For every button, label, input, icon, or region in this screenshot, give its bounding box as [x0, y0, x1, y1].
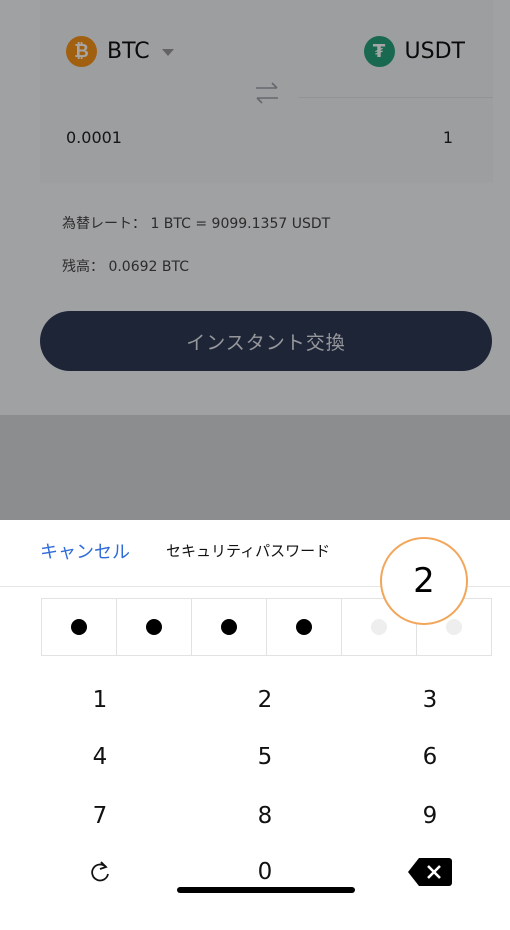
- password-dot-empty: [371, 619, 387, 635]
- password-digit-cell: [117, 599, 192, 655]
- password-digit-cell: [192, 599, 267, 655]
- key-5[interactable]: 5: [180, 727, 350, 787]
- sheet-title: セキュリティパスワード: [166, 542, 331, 560]
- key-1[interactable]: 1: [15, 670, 185, 730]
- key-3[interactable]: 3: [345, 670, 510, 730]
- backspace-key[interactable]: [345, 842, 510, 902]
- step-annotation-badge: 2: [380, 537, 468, 625]
- backspace-icon: [408, 858, 452, 886]
- password-dot-filled: [71, 619, 87, 635]
- key-9[interactable]: 9: [345, 786, 510, 846]
- password-dot-filled: [296, 619, 312, 635]
- refresh-key[interactable]: [15, 842, 185, 902]
- password-digit-cell: [267, 599, 342, 655]
- refresh-icon: [91, 861, 109, 882]
- key-2[interactable]: 2: [180, 670, 350, 730]
- key-7[interactable]: 7: [15, 786, 185, 846]
- home-indicator[interactable]: [177, 887, 355, 893]
- password-digit-cell: [42, 599, 117, 655]
- dim-overlay-lower: [0, 415, 510, 520]
- key-8[interactable]: 8: [180, 786, 350, 846]
- password-dot-empty: [446, 619, 462, 635]
- password-dot-filled: [146, 619, 162, 635]
- password-dot-filled: [221, 619, 237, 635]
- key-4[interactable]: 4: [15, 727, 185, 787]
- key-6[interactable]: 6: [345, 727, 510, 787]
- key-0[interactable]: 0: [180, 842, 350, 902]
- cancel-button[interactable]: キャンセル: [40, 538, 130, 564]
